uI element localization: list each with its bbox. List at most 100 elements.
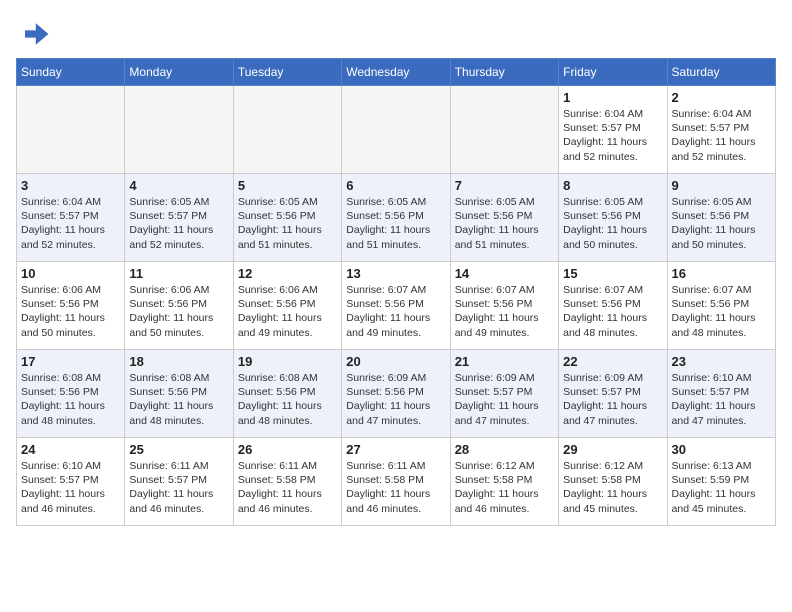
day-info: Sunrise: 6:08 AM Sunset: 5:56 PM Dayligh… xyxy=(238,371,337,428)
calendar-day-cell: 30 Sunrise: 6:13 AM Sunset: 5:59 PM Dayli… xyxy=(667,438,775,526)
calendar-day-cell: 3 Sunrise: 6:04 AM Sunset: 5:57 PM Daylig… xyxy=(17,174,125,262)
day-of-week-header: Sunday xyxy=(17,59,125,86)
calendar-day-cell: 8Sunrise: 6:05 AM Sunset: 5:56 PM Daylig… xyxy=(559,174,667,262)
calendar-header-row: SundayMondayTuesdayWednesdayThursdayFrid… xyxy=(17,59,776,86)
day-of-week-header: Tuesday xyxy=(233,59,341,86)
logo xyxy=(16,16,56,52)
calendar-week-row: 3 Sunrise: 6:04 AM Sunset: 5:57 PM Daylig… xyxy=(17,174,776,262)
day-info: Sunrise: 6:07 AM Sunset: 5:56 PM Dayligh… xyxy=(455,283,554,340)
day-number: 6 xyxy=(346,178,445,193)
day-number: 18 xyxy=(129,354,228,369)
calendar-day-cell: 24Sunrise: 6:10 AM Sunset: 5:57 PM Dayli… xyxy=(17,438,125,526)
day-info: Sunrise: 6:09 AM Sunset: 5:56 PM Dayligh… xyxy=(346,371,445,428)
day-info: Sunrise: 6:10 AM Sunset: 5:57 PM Dayligh… xyxy=(21,459,120,516)
calendar-week-row: 10 Sunrise: 6:06 AM Sunset: 5:56 PM Dayli… xyxy=(17,262,776,350)
calendar-day-cell: 10 Sunrise: 6:06 AM Sunset: 5:56 PM Dayli… xyxy=(17,262,125,350)
day-info: Sunrise: 6:12 AM Sunset: 5:58 PM Dayligh… xyxy=(455,459,554,516)
day-info: Sunrise: 6:05 AM Sunset: 5:56 PM Dayligh… xyxy=(238,195,337,252)
day-info: Sunrise: 6:12 AM Sunset: 5:58 PM Dayligh… xyxy=(563,459,662,516)
day-number: 28 xyxy=(455,442,554,457)
day-info: Sunrise: 6:07 AM Sunset: 5:56 PM Dayligh… xyxy=(672,283,771,340)
day-number: 1 xyxy=(563,90,662,105)
day-number: 9 xyxy=(672,178,771,193)
day-number: 26 xyxy=(238,442,337,457)
calendar-day-cell: 5 Sunrise: 6:05 AM Sunset: 5:56 PM Daylig… xyxy=(233,174,341,262)
calendar-week-row: 24Sunrise: 6:10 AM Sunset: 5:57 PM Dayli… xyxy=(17,438,776,526)
calendar-day-cell: 20 Sunrise: 6:09 AM Sunset: 5:56 PM Dayli… xyxy=(342,350,450,438)
calendar-day-cell: 6Sunrise: 6:05 AM Sunset: 5:56 PM Daylig… xyxy=(342,174,450,262)
day-info: Sunrise: 6:04 AM Sunset: 5:57 PM Dayligh… xyxy=(563,107,662,164)
calendar-day-cell: 29 Sunrise: 6:12 AM Sunset: 5:58 PM Dayli… xyxy=(559,438,667,526)
day-number: 12 xyxy=(238,266,337,281)
day-number: 7 xyxy=(455,178,554,193)
calendar-day-cell: 26 Sunrise: 6:11 AM Sunset: 5:58 PM Dayli… xyxy=(233,438,341,526)
day-info: Sunrise: 6:04 AM Sunset: 5:57 PM Dayligh… xyxy=(672,107,771,164)
calendar-day-cell: 23 Sunrise: 6:10 AM Sunset: 5:57 PM Dayli… xyxy=(667,350,775,438)
day-info: Sunrise: 6:07 AM Sunset: 5:56 PM Dayligh… xyxy=(346,283,445,340)
calendar-day-cell: 21Sunrise: 6:09 AM Sunset: 5:57 PM Dayli… xyxy=(450,350,558,438)
day-number: 11 xyxy=(129,266,228,281)
day-info: Sunrise: 6:06 AM Sunset: 5:56 PM Dayligh… xyxy=(21,283,120,340)
day-number: 4 xyxy=(129,178,228,193)
day-info: Sunrise: 6:06 AM Sunset: 5:56 PM Dayligh… xyxy=(129,283,228,340)
calendar-day-cell: 18Sunrise: 6:08 AM Sunset: 5:56 PM Dayli… xyxy=(125,350,233,438)
day-number: 27 xyxy=(346,442,445,457)
day-of-week-header: Monday xyxy=(125,59,233,86)
calendar-day-cell: 1 Sunrise: 6:04 AM Sunset: 5:57 PM Daylig… xyxy=(559,86,667,174)
calendar-day-cell: 11 Sunrise: 6:06 AM Sunset: 5:56 PM Dayli… xyxy=(125,262,233,350)
calendar-day-cell: 28 Sunrise: 6:12 AM Sunset: 5:58 PM Dayli… xyxy=(450,438,558,526)
day-info: Sunrise: 6:05 AM Sunset: 5:56 PM Dayligh… xyxy=(672,195,771,252)
day-number: 23 xyxy=(672,354,771,369)
page-header xyxy=(16,16,776,52)
day-number: 29 xyxy=(563,442,662,457)
day-info: Sunrise: 6:08 AM Sunset: 5:56 PM Dayligh… xyxy=(21,371,120,428)
calendar-week-row: 1 Sunrise: 6:04 AM Sunset: 5:57 PM Daylig… xyxy=(17,86,776,174)
day-number: 10 xyxy=(21,266,120,281)
day-number: 14 xyxy=(455,266,554,281)
calendar-day-cell: 19 Sunrise: 6:08 AM Sunset: 5:56 PM Dayli… xyxy=(233,350,341,438)
day-number: 13 xyxy=(346,266,445,281)
day-of-week-header: Thursday xyxy=(450,59,558,86)
calendar-day-cell: 4 Sunrise: 6:05 AM Sunset: 5:57 PM Daylig… xyxy=(125,174,233,262)
day-number: 19 xyxy=(238,354,337,369)
day-info: Sunrise: 6:06 AM Sunset: 5:56 PM Dayligh… xyxy=(238,283,337,340)
day-of-week-header: Friday xyxy=(559,59,667,86)
day-number: 21 xyxy=(455,354,554,369)
day-number: 17 xyxy=(21,354,120,369)
day-number: 25 xyxy=(129,442,228,457)
calendar-day-cell xyxy=(17,86,125,174)
calendar-day-cell: 7 Sunrise: 6:05 AM Sunset: 5:56 PM Daylig… xyxy=(450,174,558,262)
day-number: 22 xyxy=(563,354,662,369)
day-number: 16 xyxy=(672,266,771,281)
calendar-day-cell: 12 Sunrise: 6:06 AM Sunset: 5:56 PM Dayli… xyxy=(233,262,341,350)
calendar-day-cell: 2 Sunrise: 6:04 AM Sunset: 5:57 PM Daylig… xyxy=(667,86,775,174)
day-number: 3 xyxy=(21,178,120,193)
logo-icon xyxy=(16,16,52,52)
calendar-day-cell: 27 Sunrise: 6:11 AM Sunset: 5:58 PM Dayli… xyxy=(342,438,450,526)
calendar-day-cell xyxy=(125,86,233,174)
calendar-table: SundayMondayTuesdayWednesdayThursdayFrid… xyxy=(16,58,776,526)
day-number: 5 xyxy=(238,178,337,193)
calendar-day-cell xyxy=(450,86,558,174)
day-info: Sunrise: 6:10 AM Sunset: 5:57 PM Dayligh… xyxy=(672,371,771,428)
day-info: Sunrise: 6:05 AM Sunset: 5:56 PM Dayligh… xyxy=(455,195,554,252)
day-info: Sunrise: 6:11 AM Sunset: 5:58 PM Dayligh… xyxy=(238,459,337,516)
day-info: Sunrise: 6:11 AM Sunset: 5:58 PM Dayligh… xyxy=(346,459,445,516)
calendar-day-cell: 25Sunrise: 6:11 AM Sunset: 5:57 PM Dayli… xyxy=(125,438,233,526)
day-number: 2 xyxy=(672,90,771,105)
calendar-day-cell: 9 Sunrise: 6:05 AM Sunset: 5:56 PM Daylig… xyxy=(667,174,775,262)
day-info: Sunrise: 6:05 AM Sunset: 5:57 PM Dayligh… xyxy=(129,195,228,252)
calendar-day-cell xyxy=(342,86,450,174)
day-info: Sunrise: 6:04 AM Sunset: 5:57 PM Dayligh… xyxy=(21,195,120,252)
calendar-day-cell: 16 Sunrise: 6:07 AM Sunset: 5:56 PM Dayli… xyxy=(667,262,775,350)
day-info: Sunrise: 6:07 AM Sunset: 5:56 PM Dayligh… xyxy=(563,283,662,340)
day-number: 20 xyxy=(346,354,445,369)
day-number: 30 xyxy=(672,442,771,457)
day-info: Sunrise: 6:05 AM Sunset: 5:56 PM Dayligh… xyxy=(563,195,662,252)
calendar-day-cell: 14 Sunrise: 6:07 AM Sunset: 5:56 PM Dayli… xyxy=(450,262,558,350)
calendar-day-cell xyxy=(233,86,341,174)
day-of-week-header: Saturday xyxy=(667,59,775,86)
calendar-day-cell: 22 Sunrise: 6:09 AM Sunset: 5:57 PM Dayli… xyxy=(559,350,667,438)
day-info: Sunrise: 6:13 AM Sunset: 5:59 PM Dayligh… xyxy=(672,459,771,516)
day-info: Sunrise: 6:09 AM Sunset: 5:57 PM Dayligh… xyxy=(563,371,662,428)
